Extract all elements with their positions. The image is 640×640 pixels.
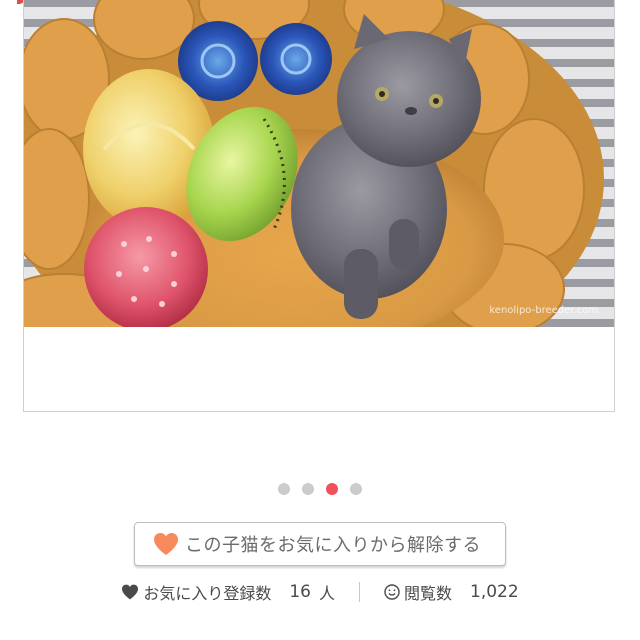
carousel-dot-3-active[interactable] [326,483,338,495]
carousel-dots [0,483,640,495]
favorites-label: お気に入り登録数 [143,584,272,603]
favorites-stat: お気に入り登録数 16 人 [121,580,335,604]
carousel-dot-1[interactable] [278,483,290,495]
photo-card: kenolipo-breeder.com [23,0,615,412]
favorites-unit: 人 [318,584,335,603]
kitten-detail-page: kenolipo-breeder.com この子猫をお気に入りから解除する お気… [0,0,640,640]
views-stat: 閲覧数 1,022 [384,580,519,604]
carousel-dot-2[interactable] [302,483,314,495]
remove-favorite-label: この子猫をお気に入りから解除する [185,535,481,556]
kitten-photo[interactable] [24,0,614,327]
stats-divider [358,582,360,602]
heart-icon [121,584,139,600]
favorites-count: 16 [289,582,311,602]
smile-icon [384,584,400,600]
remove-favorite-button[interactable]: この子猫をお気に入りから解除する [134,522,506,566]
views-count: 1,022 [470,582,519,602]
photo-watermark: kenolipo-breeder.com [489,305,598,316]
views-label: 閲覧数 [403,584,452,603]
carousel-dot-4[interactable] [350,483,362,495]
heart-icon [154,533,178,555]
stats-bar: お気に入り登録数 16 人 閲覧数 1,022 [0,578,640,606]
